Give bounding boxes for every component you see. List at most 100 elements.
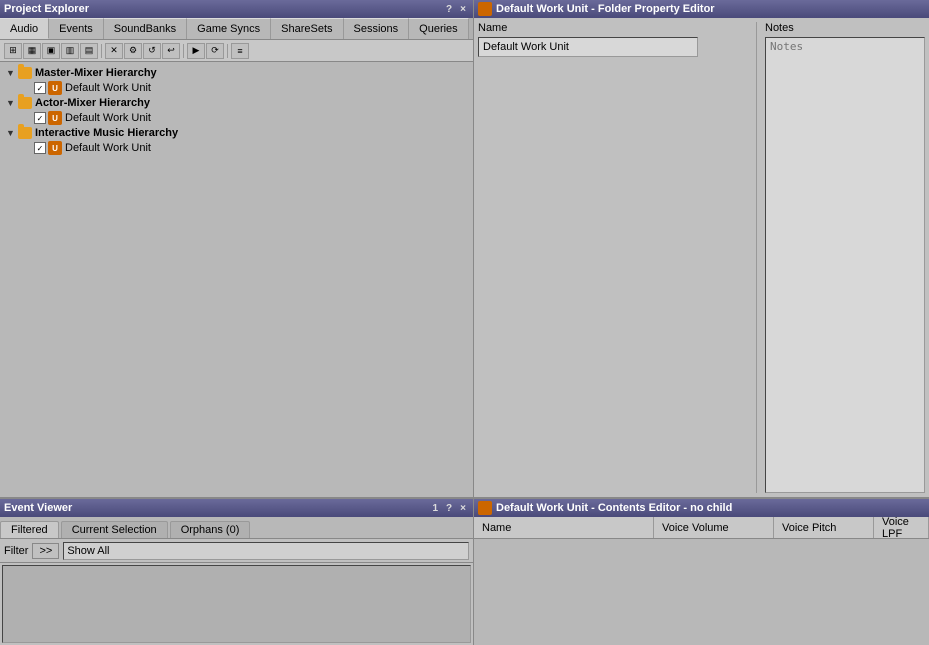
ce-title: Default Work Unit - Contents Editor - no… [496, 502, 732, 514]
ev-content [2, 565, 471, 643]
help-button[interactable]: ? [443, 4, 455, 15]
event-viewer-title: Event Viewer [4, 502, 72, 514]
work-unit-icon-im-dwu: U [48, 141, 62, 155]
checkbox-am-dwu[interactable]: ✓ [34, 112, 46, 124]
tree-item-actor-mixer-dwu[interactable]: ✓ U Default Work Unit [2, 110, 471, 126]
main-container: Project Explorer ? × Audio Events SoundB… [0, 0, 929, 645]
ev-help-button[interactable]: ? [443, 503, 455, 514]
folder-icon-interactive-music [18, 127, 32, 139]
tree-item-master-mixer-dwu[interactable]: ✓ U Default Work Unit [2, 80, 471, 96]
toolbar-btn-10[interactable]: ▶ [187, 43, 205, 59]
project-explorer-toolbar: ⊞ ▦ ▣ ▥ ▤ ✕ ⚙ ↺ ↩ ▶ ⟳ ≡ [0, 40, 473, 62]
filter-input[interactable] [63, 542, 469, 560]
property-editor-title: Default Work Unit - Folder Property Edit… [496, 3, 715, 15]
title-controls: ? × [443, 4, 469, 15]
event-viewer-panel: Event Viewer 1 ? × Filtered Current Sele… [0, 499, 474, 645]
toolbar-btn-6[interactable]: ✕ [105, 43, 123, 59]
tab-soundbanks[interactable]: SoundBanks [104, 18, 187, 39]
expand-arrow-interactive-music: ▼ [6, 128, 18, 138]
title-left: Project Explorer [4, 3, 89, 15]
ce-title-bar: Default Work Unit - Contents Editor - no… [474, 499, 929, 517]
ce-icon [478, 501, 492, 515]
tab-game-syncs[interactable]: Game Syncs [187, 18, 271, 39]
work-unit-icon-mm-dwu: U [48, 81, 62, 95]
toolbar-sep-2 [183, 44, 184, 58]
ev-tab-current-selection[interactable]: Current Selection [61, 521, 168, 538]
toolbar-btn-7[interactable]: ⚙ [124, 43, 142, 59]
ce-col-voice-pitch: Voice Pitch [774, 517, 874, 538]
actor-mixer-label: Actor-Mixer Hierarchy [35, 97, 150, 109]
tab-sessions[interactable]: Sessions [344, 18, 410, 39]
ce-col-name: Name [474, 517, 654, 538]
work-unit-icon-am-dwu: U [48, 111, 62, 125]
filter-label: Filter [4, 545, 28, 557]
toolbar-sep-1 [101, 44, 102, 58]
master-mixer-dwu-label: Default Work Unit [65, 82, 151, 94]
expand-arrow-master-mixer: ▼ [6, 68, 18, 78]
notes-input[interactable] [765, 37, 925, 493]
toolbar-btn-11[interactable]: ⟳ [206, 43, 224, 59]
event-viewer-title-bar: Event Viewer 1 ? × [0, 499, 473, 517]
ev-close-button[interactable]: × [457, 503, 469, 514]
tree-item-actor-mixer[interactable]: ▼ Actor-Mixer Hierarchy [2, 96, 471, 110]
toolbar-btn-3[interactable]: ▣ [42, 43, 60, 59]
ev-title-left: Event Viewer [4, 502, 72, 514]
tree-item-interactive-music-dwu[interactable]: ✓ U Default Work Unit [2, 140, 471, 156]
notes-label: Notes [765, 22, 925, 34]
actor-mixer-dwu-label: Default Work Unit [65, 112, 151, 124]
expand-arrow-actor-mixer: ▼ [6, 98, 18, 108]
filter-expand-button[interactable]: >> [32, 543, 59, 559]
tab-queries[interactable]: Queries [409, 18, 469, 39]
project-explorer-panel: Project Explorer ? × Audio Events SoundB… [0, 0, 474, 497]
tree-item-master-mixer[interactable]: ▼ Master-Mixer Hierarchy [2, 66, 471, 80]
ce-col-voice-volume: Voice Volume [654, 517, 774, 538]
close-button[interactable]: × [457, 4, 469, 15]
name-input[interactable] [478, 37, 698, 57]
toolbar-btn-12[interactable]: ≡ [231, 43, 249, 59]
folder-icon-actor-mixer [18, 97, 32, 109]
ev-1-button[interactable]: 1 [429, 503, 441, 514]
top-row: Project Explorer ? × Audio Events SoundB… [0, 0, 929, 497]
project-explorer-title-bar: Project Explorer ? × [0, 0, 473, 18]
prop-name-area: Name [478, 22, 748, 493]
tab-audio[interactable]: Audio [0, 18, 49, 39]
property-editor-icon [478, 2, 492, 16]
bottom-row: Event Viewer 1 ? × Filtered Current Sele… [0, 497, 929, 645]
ce-content [474, 539, 929, 645]
ev-title-controls: 1 ? × [429, 503, 469, 514]
property-editor-panel: Default Work Unit - Folder Property Edit… [474, 0, 929, 497]
name-label: Name [478, 22, 748, 34]
toolbar-btn-5[interactable]: ▤ [80, 43, 98, 59]
project-explorer-title: Project Explorer [4, 3, 89, 15]
toolbar-btn-1[interactable]: ⊞ [4, 43, 22, 59]
contents-editor-panel: Default Work Unit - Contents Editor - no… [474, 499, 929, 645]
property-content: Name Notes [474, 18, 929, 497]
ce-col-voice-lpf: Voice LPF [874, 517, 929, 538]
ev-tab-bar: Filtered Current Selection Orphans (0) [0, 517, 473, 539]
tab-events[interactable]: Events [49, 18, 104, 39]
ev-tab-filtered[interactable]: Filtered [0, 521, 59, 538]
ev-filter-bar: Filter >> [0, 539, 473, 563]
tab-sharesets[interactable]: ShareSets [271, 18, 343, 39]
tab-bar: Audio Events SoundBanks Game Syncs Share… [0, 18, 473, 40]
checkbox-mm-dwu[interactable]: ✓ [34, 82, 46, 94]
checkbox-im-dwu[interactable]: ✓ [34, 142, 46, 154]
prop-notes-area: Notes [765, 22, 925, 493]
ce-title-left: Default Work Unit - Contents Editor - no… [478, 501, 732, 515]
ce-columns: Name Voice Volume Voice Pitch Voice LPF [474, 517, 929, 539]
master-mixer-label: Master-Mixer Hierarchy [35, 67, 157, 79]
tree-item-interactive-music[interactable]: ▼ Interactive Music Hierarchy [2, 126, 471, 140]
toolbar-btn-4[interactable]: ▥ [61, 43, 79, 59]
toolbar-btn-8[interactable]: ↺ [143, 43, 161, 59]
toolbar-sep-3 [227, 44, 228, 58]
interactive-music-label: Interactive Music Hierarchy [35, 127, 178, 139]
ev-tab-orphans[interactable]: Orphans (0) [170, 521, 251, 538]
toolbar-btn-2[interactable]: ▦ [23, 43, 41, 59]
property-editor-title-bar: Default Work Unit - Folder Property Edit… [474, 0, 929, 18]
pe-title-left: Default Work Unit - Folder Property Edit… [478, 2, 715, 16]
tree-area: ▼ Master-Mixer Hierarchy ✓ U Default Wor… [0, 62, 473, 497]
prop-divider [756, 22, 757, 493]
toolbar-btn-9[interactable]: ↩ [162, 43, 180, 59]
interactive-music-dwu-label: Default Work Unit [65, 142, 151, 154]
folder-icon-master-mixer [18, 67, 32, 79]
